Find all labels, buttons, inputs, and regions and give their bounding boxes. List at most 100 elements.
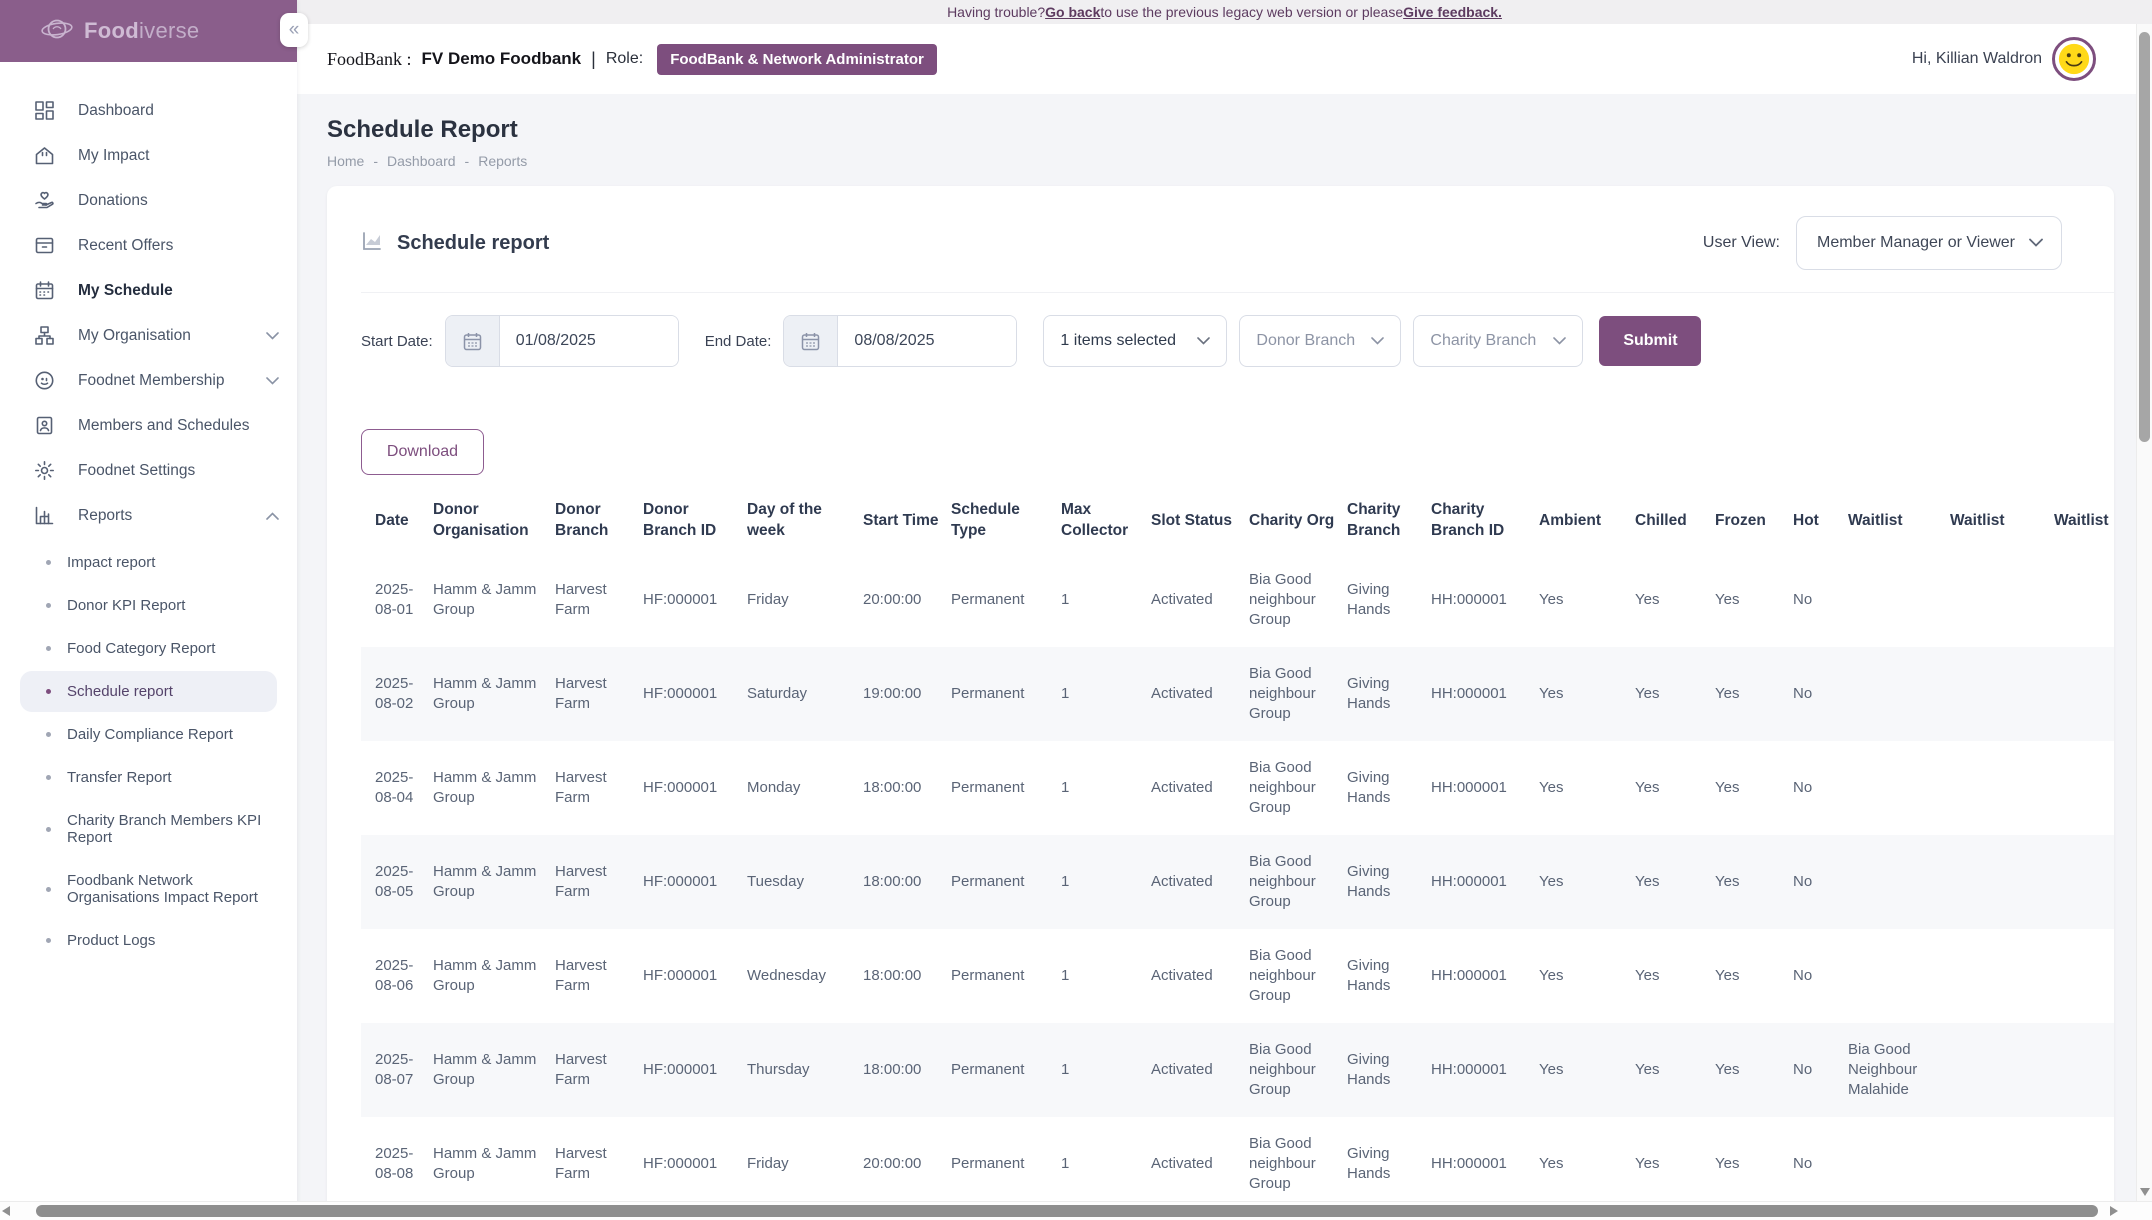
- table-cell: 2025-08-08: [361, 1117, 433, 1211]
- table-cell: 20:00:00: [863, 553, 951, 647]
- report-subitem-product-logs[interactable]: Product Logs: [20, 920, 277, 961]
- report-subitem-daily-compliance-report[interactable]: Daily Compliance Report: [20, 714, 277, 755]
- table-cell: [1950, 647, 2054, 741]
- breadcrumb-item-reports[interactable]: Reports: [478, 153, 527, 169]
- horizontal-scrollbar[interactable]: [0, 1201, 2152, 1220]
- table-cell: Bia Good neighbour Group: [1249, 1023, 1347, 1117]
- sidebar-item-members-and-schedules[interactable]: Members and Schedules: [0, 403, 297, 448]
- role-label: Role:: [606, 50, 643, 68]
- table-cell: [2054, 553, 2114, 647]
- start-date-input[interactable]: [500, 316, 678, 366]
- table-cell: Friday: [747, 553, 863, 647]
- app-window: Foodiverse DashboardMy ImpactDonationsRe…: [0, 0, 2152, 1220]
- table-cell: Bia Good neighbour Group: [1249, 835, 1347, 929]
- scroll-down-arrow-icon[interactable]: [2140, 1188, 2150, 1196]
- column-header: Waitlist: [2054, 487, 2114, 553]
- column-header: Hot: [1793, 487, 1848, 553]
- table-cell: Yes: [1715, 1117, 1793, 1211]
- items-selected-dropdown[interactable]: 1 items selected: [1043, 315, 1227, 367]
- table-cell: [2054, 1023, 2114, 1117]
- table-cell: Hamm & Jamm Group: [433, 741, 555, 835]
- sidebar-item-reports[interactable]: Reports: [0, 493, 297, 538]
- submit-button[interactable]: Submit: [1599, 316, 1701, 366]
- horizontal-scrollbar-thumb[interactable]: [36, 1205, 2098, 1217]
- table-cell: Activated: [1151, 553, 1249, 647]
- table-cell: 2025-08-06: [361, 929, 433, 1023]
- table-cell: Bia Good neighbour Group: [1249, 741, 1347, 835]
- vertical-scrollbar-thumb[interactable]: [2139, 32, 2150, 442]
- sidebar-item-foodnet-membership[interactable]: Foodnet Membership: [0, 358, 297, 403]
- sidebar-item-my-schedule[interactable]: My Schedule: [0, 268, 297, 313]
- table-cell: Giving Hands: [1347, 835, 1431, 929]
- go-back-link[interactable]: Go back: [1045, 4, 1100, 20]
- sidebar-item-donations[interactable]: Donations: [0, 178, 297, 223]
- donor-branch-dropdown[interactable]: Donor Branch: [1239, 315, 1401, 367]
- banner-text: Having trouble?: [947, 4, 1045, 20]
- sidebar-item-recent-offers[interactable]: Recent Offers: [0, 223, 297, 268]
- table-row: 2025-08-01Hamm & Jamm GroupHarvest FarmH…: [361, 553, 2114, 647]
- vertical-scrollbar[interactable]: [2136, 24, 2152, 1202]
- table-cell: Friday: [747, 1117, 863, 1211]
- scroll-right-arrow-icon[interactable]: [2110, 1206, 2118, 1216]
- report-subitem-transfer-report[interactable]: Transfer Report: [20, 757, 277, 798]
- sidebar-item-my-organisation[interactable]: My Organisation: [0, 313, 297, 358]
- table-row: 2025-08-02Hamm & Jamm GroupHarvest FarmH…: [361, 647, 2114, 741]
- planet-icon: [40, 14, 74, 49]
- report-subitem-charity-branch-members-kpi-report[interactable]: Charity Branch Members KPI Report: [20, 800, 277, 858]
- table-cell: Hamm & Jamm Group: [433, 929, 555, 1023]
- foodbank-label: FoodBank :: [327, 49, 412, 70]
- download-button[interactable]: Download: [361, 429, 484, 475]
- report-subitem-donor-kpi-report[interactable]: Donor KPI Report: [20, 585, 277, 626]
- charity-branch-dropdown[interactable]: Charity Branch: [1413, 315, 1583, 367]
- table-cell: Yes: [1715, 1023, 1793, 1117]
- schedule-table-wrap: DateDonor OrganisationDonor BranchDonor …: [361, 487, 2114, 1211]
- chevron-down-icon: [2029, 234, 2043, 252]
- breadcrumb-item-dashboard[interactable]: Dashboard: [387, 153, 456, 169]
- report-subitem-schedule-report[interactable]: Schedule report: [20, 671, 277, 712]
- legacy-banner: Having trouble? Go back to use the previ…: [297, 0, 2152, 24]
- sidebar-item-label: Dashboard: [78, 102, 154, 120]
- table-cell: HH:000001: [1431, 553, 1539, 647]
- donor-branch-placeholder: Donor Branch: [1256, 332, 1355, 350]
- my-impact-icon: [33, 144, 56, 167]
- sidebar-item-foodnet-settings[interactable]: Foodnet Settings: [0, 448, 297, 493]
- sidebar-item-dashboard[interactable]: Dashboard: [0, 88, 297, 133]
- table-cell: Activated: [1151, 741, 1249, 835]
- start-date-calendar-icon[interactable]: [446, 316, 500, 366]
- report-subitem-foodbank-network-organisations-impact-report[interactable]: Foodbank Network Organisations Impact Re…: [20, 860, 277, 918]
- table-cell: [1848, 1117, 1950, 1211]
- table-cell: 18:00:00: [863, 835, 951, 929]
- sidebar-item-my-impact[interactable]: My Impact: [0, 133, 297, 178]
- table-cell: Permanent: [951, 929, 1061, 1023]
- table-cell: Yes: [1635, 647, 1715, 741]
- table-cell: Harvest Farm: [555, 1023, 643, 1117]
- chevron-down-icon: [1371, 337, 1384, 345]
- report-subitem-impact-report[interactable]: Impact report: [20, 542, 277, 583]
- table-cell: HH:000001: [1431, 647, 1539, 741]
- column-header: Ambient: [1539, 487, 1635, 553]
- end-date-input[interactable]: [838, 316, 1016, 366]
- table-cell: 2025-08-05: [361, 835, 433, 929]
- end-date-calendar-icon[interactable]: [784, 316, 838, 366]
- table-cell: [1848, 553, 1950, 647]
- report-subitem-food-category-report[interactable]: Food Category Report: [20, 628, 277, 669]
- sidebar-collapse-button[interactable]: «: [280, 13, 308, 47]
- table-row: 2025-08-07Hamm & Jamm GroupHarvest FarmH…: [361, 1023, 2114, 1117]
- table-row: 2025-08-08Hamm & Jamm GroupHarvest FarmH…: [361, 1117, 2114, 1211]
- give-feedback-link[interactable]: Give feedback.: [1403, 4, 1502, 20]
- foodnet-membership-icon: [33, 369, 56, 392]
- table-cell: Activated: [1151, 1117, 1249, 1211]
- table-cell: Activated: [1151, 1023, 1249, 1117]
- members-and-schedules-icon: [33, 414, 56, 437]
- column-header: Donor Branch ID: [643, 487, 747, 553]
- scroll-left-arrow-icon[interactable]: [2, 1206, 10, 1216]
- bullet-icon: [46, 560, 51, 565]
- user-view-select[interactable]: Member Manager or Viewer: [1796, 216, 2062, 270]
- table-cell: Giving Hands: [1347, 1023, 1431, 1117]
- avatar[interactable]: [2052, 37, 2096, 81]
- breadcrumb-item-home[interactable]: Home: [327, 153, 364, 169]
- table-cell: Permanent: [951, 835, 1061, 929]
- table-cell: Yes: [1715, 553, 1793, 647]
- role-badge: FoodBank & Network Administrator: [657, 44, 937, 75]
- table-cell: [2054, 741, 2114, 835]
